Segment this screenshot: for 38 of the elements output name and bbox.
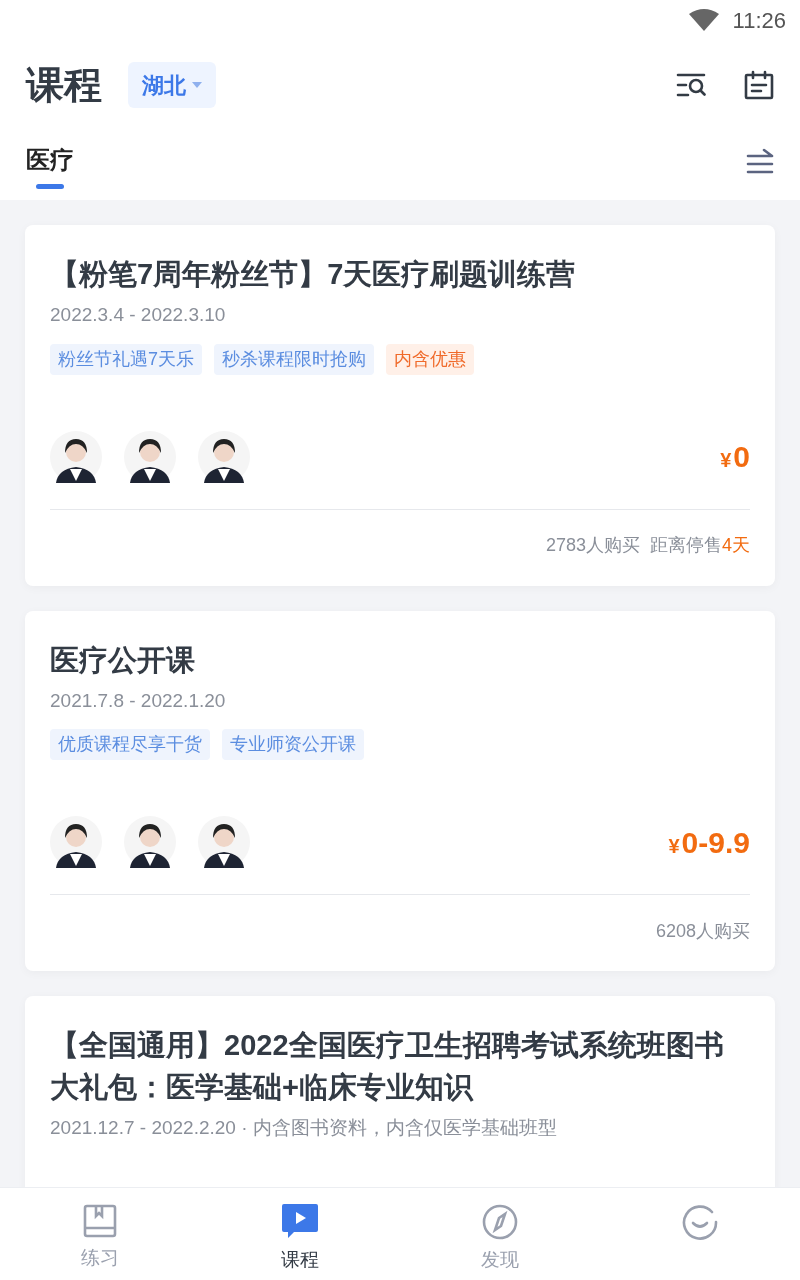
course-tag: 内含优惠 <box>386 343 474 375</box>
category-tab[interactable]: 医疗 <box>26 142 74 189</box>
sale-countdown: 距离停售4天 <box>650 534 750 557</box>
teacher-avatar <box>124 430 176 483</box>
course-title: 【粉笔7周年粉丝节】7天医疗刷题训练营 <box>50 257 577 292</box>
nav-tab[interactable]: 课程 <box>200 1188 400 1280</box>
course-dates: 2021.12.7 - 2022.2.20 · 内含图书资料，内含仅医学基础班型 <box>50 1116 558 1140</box>
course-dates: 2021.7.8 - 2022.1.20 <box>50 688 227 713</box>
compass-icon <box>482 1204 518 1240</box>
teacher-avatar <box>198 816 250 868</box>
buyer-count: 2783人购买 <box>545 534 640 557</box>
teacher-avatar <box>124 816 176 868</box>
wifi-icon <box>688 9 719 31</box>
course-tag: 秒杀课程限时抢购 <box>214 343 374 375</box>
course-price: ¥0 <box>720 439 750 475</box>
search-list-icon[interactable] <box>676 72 706 98</box>
page-title: 课程 <box>26 62 102 108</box>
course-title: 医疗公开课 <box>50 642 196 678</box>
course-dates: 2022.3.4 - 2022.3.10 <box>50 303 227 327</box>
teacher-avatar <box>50 430 102 483</box>
play-icon <box>282 1204 318 1240</box>
course-price: ¥0-9.9 <box>668 824 750 861</box>
nav-tab[interactable]: 发现 <box>400 1188 600 1280</box>
caret-icon <box>192 82 202 88</box>
teacher-avatar <box>50 816 102 868</box>
book-icon <box>83 1204 117 1238</box>
nav-tab[interactable]: 练习 <box>0 1188 200 1280</box>
clock-time: 11:26 <box>732 6 786 35</box>
sort-menu-icon[interactable] <box>746 148 774 174</box>
course-tag: 粉丝节礼遇7天乐 <box>50 343 202 375</box>
course-title: 【全国通用】2022全国医疗卫生招聘考试系统班图书大礼包：医学基础+临床专业知识 <box>50 1028 725 1105</box>
course-tag: 专业师资公开课 <box>222 729 364 760</box>
calendar-icon[interactable] <box>744 70 774 100</box>
smiley-icon <box>682 1204 718 1240</box>
teacher-avatar <box>198 430 250 483</box>
buyer-count: 6208人购买 <box>655 919 750 943</box>
region-dropdown[interactable]: 湖北 <box>128 62 216 108</box>
course-tag: 优质课程尽享干货 <box>50 729 210 760</box>
